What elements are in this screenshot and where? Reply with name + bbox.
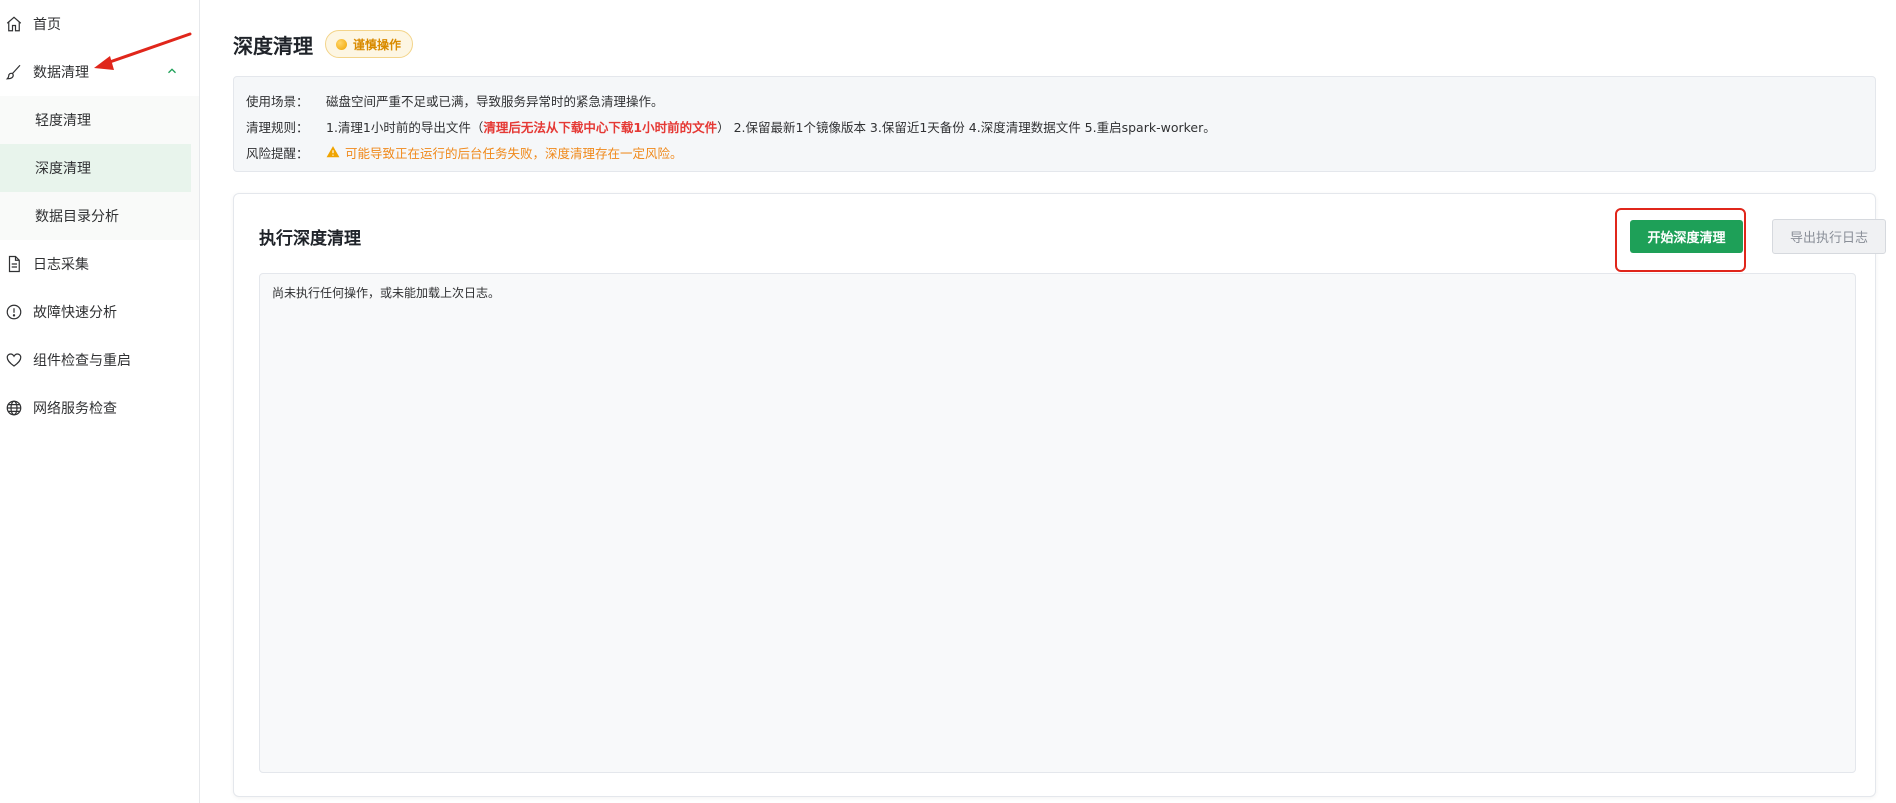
caution-dot-icon (336, 38, 347, 50)
sidebar-subitem-deep-cleanup[interactable]: 深度清理 (0, 144, 191, 192)
sidebar-item-label: 网络服务检查 (33, 401, 117, 417)
sidebar-subitem-label: 轻度清理 (35, 113, 91, 129)
caution-badge: 谨慎操作 (325, 30, 414, 58)
info-text: 磁盘空间严重不足或已满，导致服务异常时的紧急清理操作。 (326, 93, 664, 109)
sidebar-item-label: 首页 (33, 17, 61, 33)
execution-log-area[interactable]: 尚未执行任何操作，或未能加载上次日志。 (259, 273, 1856, 773)
info-row-risk: 风险提醒： 可能导致正在运行的后台任务失败，深度清理存在一定风险。 (246, 139, 1863, 165)
execute-card: 执行深度清理 开始深度清理 导出执行日志 尚未执行任何操作，或未能加载上次日志。 (233, 193, 1886, 797)
risk-text: 可能导致正在运行的后台任务失败，深度清理存在一定风险。 (345, 145, 683, 161)
info-row-scene: 使用场景： 磁盘空间严重不足或已满，导致服务异常时的紧急清理操作。 (246, 87, 1863, 113)
document-icon (4, 254, 24, 274)
sidebar-item-log-collection[interactable]: 日志采集 (0, 240, 199, 288)
sidebar-subitem-light-cleanup[interactable]: 轻度清理 (0, 96, 199, 144)
export-log-button[interactable]: 导出执行日志 (1772, 219, 1886, 254)
sidebar-item-fault-analysis[interactable]: 故障快速分析 (0, 288, 199, 336)
sidebar-subitem-data-dir-analysis[interactable]: 数据目录分析 (0, 192, 199, 240)
card-title: 执行深度清理 (259, 229, 361, 249)
rules-suffix: ） 2.保留最新1个镜像版本 3.保留近1天备份 4.深度清理数据文件 5.重启… (717, 119, 1216, 135)
log-text: 尚未执行任何操作，或未能加载上次日志。 (272, 286, 501, 300)
info-label: 使用场景： (246, 93, 309, 109)
rules-warning-highlight: 清理后无法从下载中心下载1小时前的文件 (483, 119, 718, 135)
sidebar-subitem-label: 数据目录分析 (35, 209, 119, 225)
globe-icon (4, 398, 24, 418)
info-row-rules: 清理规则： 1.清理1小时前的导出文件（清理后无法从下载中心下载1小时前的文件）… (246, 113, 1863, 139)
chevron-up-icon[interactable] (165, 64, 179, 78)
info-text: 1.清理1小时前的导出文件（清理后无法从下载中心下载1小时前的文件） 2.保留最… (326, 117, 1216, 136)
page-title: 深度清理 (233, 33, 313, 58)
alert-circle-icon (4, 302, 24, 322)
risk-warning: 可能导致正在运行的后台任务失败，深度清理存在一定风险。 (326, 143, 683, 162)
start-deep-cleanup-button[interactable]: 开始深度清理 (1630, 220, 1743, 253)
info-panel: 使用场景： 磁盘空间严重不足或已满，导致服务异常时的紧急清理操作。 清理规则： … (233, 76, 1876, 172)
info-label: 风险提醒： (246, 145, 309, 161)
app-root: 首页 数据清理 轻度清理 深度清理 数据目录分析 日志采集 故障快速分析 组件检… (0, 0, 1896, 803)
sidebar-item-data-cleanup[interactable]: 数据清理 (0, 48, 199, 96)
sidebar-subitem-label: 深度清理 (35, 161, 91, 177)
sidebar-item-home[interactable]: 首页 (0, 0, 199, 48)
home-icon (4, 14, 24, 34)
sidebar-item-network-check[interactable]: 网络服务检查 (0, 384, 199, 432)
caution-badge-label: 谨慎操作 (353, 37, 402, 52)
sidebar-submenu-data-cleanup: 轻度清理 深度清理 数据目录分析 (0, 96, 199, 240)
heart-icon (4, 350, 24, 370)
warning-triangle-icon (326, 146, 340, 158)
sidebar-item-component-check[interactable]: 组件检查与重启 (0, 336, 199, 384)
info-label: 清理规则： (246, 119, 309, 135)
brush-icon (4, 62, 24, 82)
sidebar: 首页 数据清理 轻度清理 深度清理 数据目录分析 日志采集 故障快速分析 组件检… (0, 0, 200, 803)
rules-prefix: 1.清理1小时前的导出文件（ (326, 119, 484, 135)
sidebar-item-label: 组件检查与重启 (33, 353, 131, 369)
sidebar-item-label: 故障快速分析 (33, 305, 117, 321)
page-header: 深度清理 谨慎操作 (233, 28, 414, 60)
sidebar-item-label: 数据清理 (33, 65, 89, 81)
sidebar-item-label: 日志采集 (33, 257, 89, 273)
main-content: 深度清理 谨慎操作 使用场景： 磁盘空间严重不足或已满，导致服务异常时的紧急清理… (201, 0, 1896, 803)
